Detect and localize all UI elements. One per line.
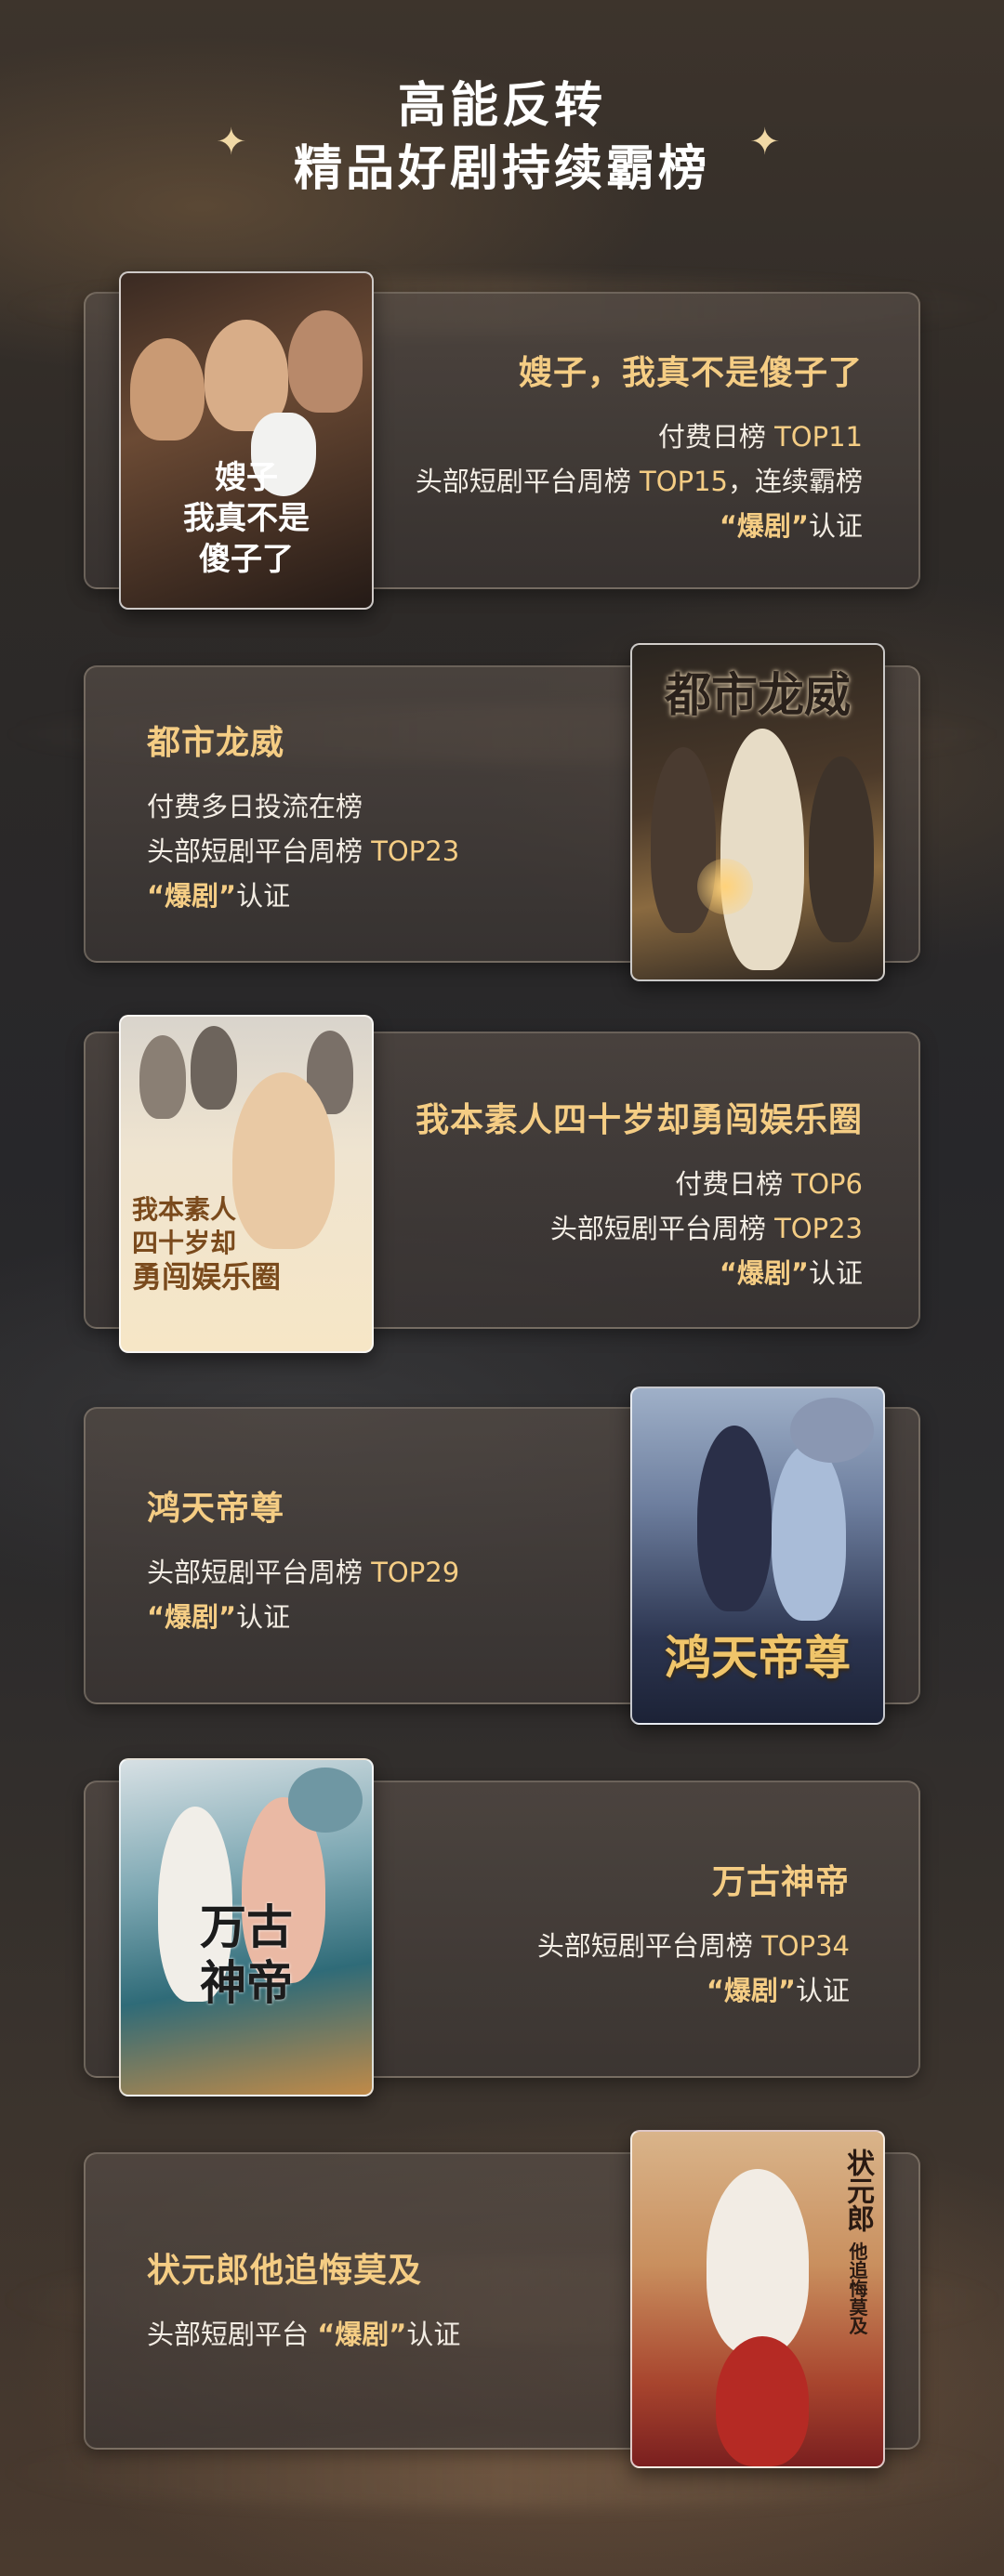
cert-line: 头部短剧平台 “爆剧”认证 [147,2319,461,2350]
poster-title-text: 状元郎 [841,2149,874,2232]
rank-line: 头部短剧平台周榜 TOP23 [147,835,460,867]
cert-line: “爆剧”认证 [719,510,863,542]
dragon-icon [790,1398,874,1463]
drama-title: 嫂子，我真不是傻子了 [518,354,863,392]
poster-title-text: 他追悔莫及 [846,2241,868,2335]
drama-poster-3[interactable]: 我本素人 四十岁却 勇闯娱乐圈 [119,1015,374,1353]
rank-line: 头部短剧平台周榜 TOP15，连续霸榜 [415,466,863,497]
drama-poster-4[interactable]: 鸿天帝尊 [630,1387,885,1725]
header-line-2: 精品好剧持续霸榜 [293,141,710,197]
drama-info-3: 我本素人四十岁却勇闯娱乐圈 付费日榜 TOP6 头部短剧平台周榜 TOP23 “… [416,1093,863,1295]
poster-title-text: 四十岁却 [132,1228,237,1258]
rank-line: 付费日榜 TOP6 [675,1168,863,1200]
rank-line: 头部短剧平台周榜 TOP23 [549,1213,863,1244]
rank-line: 头部短剧平台周榜 TOP29 [147,1557,460,1588]
page-header: 高能反转 精品好剧持续霸榜 [0,74,1004,201]
drama-info-6: 状元郎他追悔莫及 头部短剧平台 “爆剧”认证 [147,2243,460,2357]
cert-line: “爆剧”认证 [706,1975,850,2006]
drama-poster-1[interactable]: 嫂子 我真不是 傻子了 [119,271,374,610]
drama-poster-5[interactable]: 万古 神帝 [119,1758,374,2096]
drama-title: 鸿天帝尊 [147,1490,285,1528]
cert-line: “爆剧”认证 [147,880,291,912]
sparkle-icon: ✦ [216,121,247,164]
drama-info-5: 万古神帝 头部短剧平台周榜 TOP34 “爆剧”认证 [537,1855,850,2013]
poster-title-text: 都市龙威 [665,667,851,722]
poster-title-text: 勇闯娱乐圈 [132,1259,282,1295]
poster-title-text: 我真不是 [183,500,310,537]
rank-line: 头部短剧平台周榜 TOP34 [536,1930,850,1962]
poster-title-text: 鸿天帝尊 [665,1630,851,1685]
drama-poster-6[interactable]: 状元郎 他追悔莫及 [630,2130,885,2468]
header-line-1: 高能反转 [397,78,606,134]
poster-title-text: 万古 [200,1899,293,1954]
cert-line: “爆剧”认证 [719,1257,863,1289]
drama-title: 都市龙威 [147,724,285,762]
poster-title-text: 嫂子 [215,459,278,496]
drama-title: 状元郎他追悔莫及 [147,2252,423,2290]
drama-title: 我本素人四十岁却勇闯娱乐圈 [415,1101,863,1139]
drama-info-1: 嫂子，我真不是傻子了 付费日榜 TOP11 头部短剧平台周榜 TOP15，连续霸… [416,346,863,548]
drama-poster-2[interactable]: 都市龙威 [630,643,885,981]
drama-info-4: 鸿天帝尊 头部短剧平台周榜 TOP29 “爆剧”认证 [147,1481,459,1639]
glow-icon [697,859,753,914]
dragon-icon [288,1768,363,1833]
poster-title-text: 我本素人 [132,1194,237,1225]
poster-title-text: 傻子了 [199,541,294,578]
poster-title-text: 神帝 [200,1955,293,2010]
drama-info-2: 都市龙威 付费多日投流在榜 头部短剧平台周榜 TOP23 “爆剧”认证 [147,716,459,918]
cert-line: “爆剧”认证 [147,1601,291,1633]
rank-line: 付费多日投流在榜 [147,791,363,822]
rank-line: 付费日榜 TOP11 [657,421,863,453]
drama-title: 万古神帝 [711,1863,850,1901]
sparkle-icon: ✦ [749,121,781,164]
